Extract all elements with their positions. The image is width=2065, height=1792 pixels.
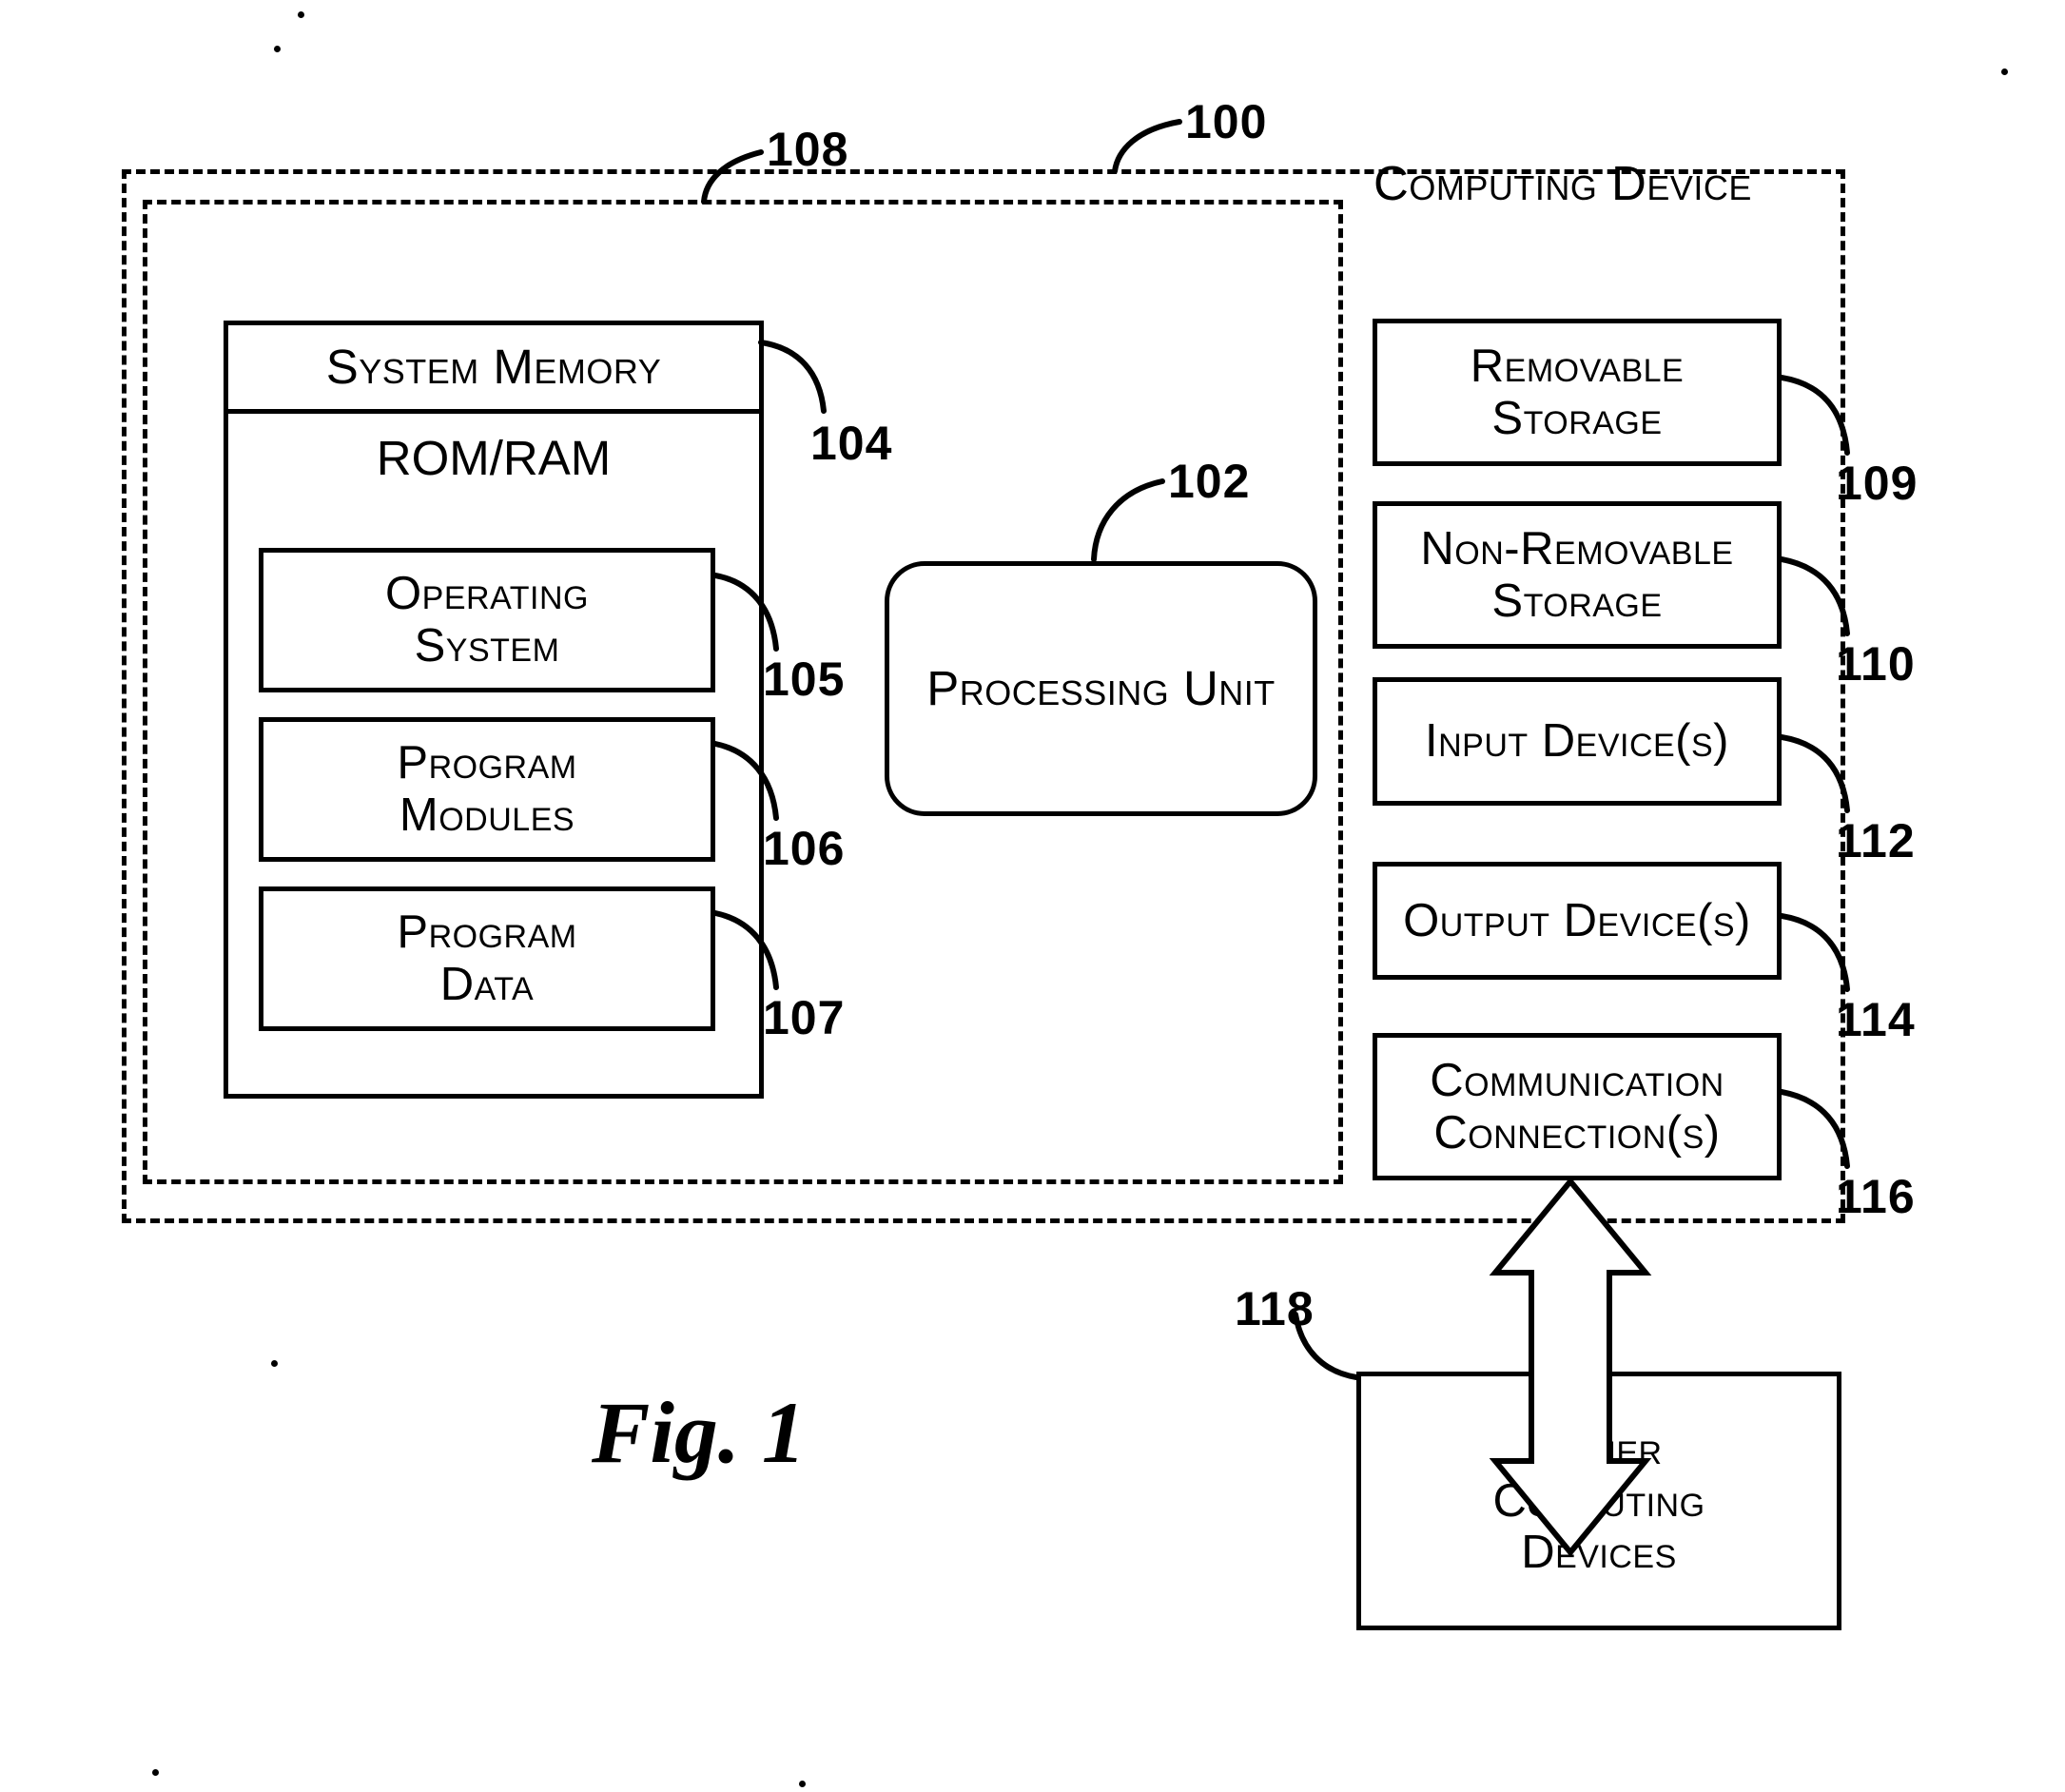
processing-unit-box: Processing Unit	[885, 561, 1317, 816]
system-memory-box: System Memory ROM/RAM Operating System P…	[224, 321, 764, 1099]
scan-speck	[799, 1781, 806, 1787]
ref-107: 107	[763, 991, 846, 1044]
figure-title: Computing Device	[1373, 156, 1752, 210]
ref-102: 102	[1168, 455, 1251, 508]
output-devices-label: Output Device(s)	[1403, 894, 1751, 946]
ref-112: 112	[1836, 814, 1916, 867]
non-removable-storage-box: Non-Removable Storage	[1373, 501, 1782, 649]
communication-connections-label-line1: Communication	[1430, 1054, 1724, 1106]
non-removable-storage-label-line2: Storage	[1491, 575, 1663, 627]
ref-108: 108	[767, 123, 849, 176]
system-memory-label: System Memory	[325, 340, 662, 395]
scan-speck	[152, 1769, 159, 1776]
other-computing-devices-label-line2: Computing	[1492, 1474, 1705, 1527]
communication-connections-box: Communication Connection(s)	[1373, 1033, 1782, 1180]
leader-100	[1112, 119, 1182, 174]
output-devices-box: Output Device(s)	[1373, 862, 1782, 980]
operating-system-box: Operating System	[259, 548, 715, 692]
ref-114: 114	[1836, 993, 1916, 1046]
non-removable-storage-label-line1: Non-Removable	[1420, 522, 1734, 575]
program-data-label-line1: Program	[397, 906, 577, 959]
ref-118: 118	[1235, 1282, 1315, 1335]
operating-system-label-line2: System	[414, 620, 560, 672]
scan-speck	[274, 46, 281, 52]
program-data-label-line2: Data	[439, 959, 535, 1010]
program-data-box: Program Data	[259, 886, 715, 1031]
other-computing-devices-label-line3: Devices	[1521, 1527, 1677, 1579]
ref-116: 116	[1836, 1170, 1916, 1223]
removable-storage-box: Removable Storage	[1373, 319, 1782, 466]
removable-storage-label-line2: Storage	[1491, 392, 1663, 444]
scan-speck	[271, 1360, 278, 1367]
ref-110: 110	[1836, 637, 1916, 691]
ref-104: 104	[810, 417, 893, 470]
program-modules-label-line2: Modules	[399, 789, 575, 841]
system-memory-header: System Memory	[228, 325, 759, 414]
other-computing-devices-label-line1: Other	[1535, 1422, 1663, 1474]
operating-system-label-line1: Operating	[385, 568, 589, 620]
program-modules-box: Program Modules	[259, 717, 715, 862]
scan-speck	[298, 11, 304, 18]
ref-100: 100	[1185, 95, 1268, 148]
input-devices-label: Input Device(s)	[1424, 715, 1729, 768]
processing-unit-label: Processing Unit	[926, 661, 1276, 716]
ref-106: 106	[763, 822, 846, 875]
communication-connections-label-line2: Connection(s)	[1433, 1106, 1721, 1159]
removable-storage-label-line1: Removable	[1470, 340, 1685, 392]
input-devices-box: Input Device(s)	[1373, 677, 1782, 806]
other-computing-devices-box: Other Computing Devices	[1356, 1372, 1841, 1630]
figure-caption: Fig. 1	[592, 1384, 806, 1481]
rom-ram-label-row: ROM/RAM	[228, 417, 759, 500]
ref-105: 105	[763, 653, 846, 706]
patent-figure-1: Computing Device System Memory ROM/RAM O…	[0, 0, 2065, 1792]
rom-ram-label: ROM/RAM	[376, 431, 612, 486]
program-modules-label-line1: Program	[397, 737, 577, 789]
scan-speck	[2001, 68, 2008, 75]
ref-109: 109	[1836, 457, 1919, 510]
